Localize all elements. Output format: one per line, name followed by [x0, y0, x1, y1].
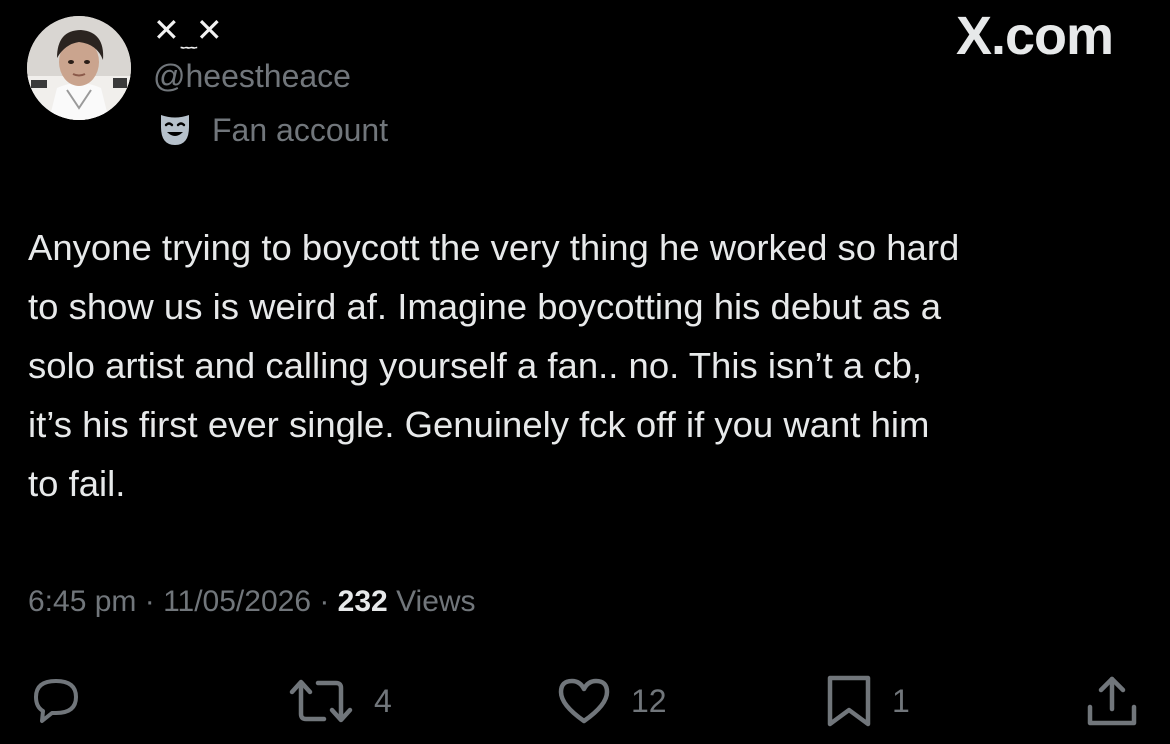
tweet-line: Anyone trying to boycott the very thing … — [28, 227, 960, 268]
tweet-line: solo artist and calling yourself a fan..… — [28, 345, 923, 386]
display-name-x-left: ✕ — [153, 12, 181, 48]
views-count: 232 — [337, 585, 388, 618]
user-handle[interactable]: @heestheace — [153, 56, 351, 96]
bookmark-button[interactable]: 1 — [824, 666, 910, 736]
repost-icon — [289, 679, 353, 723]
heart-icon — [558, 678, 610, 724]
brand-wordmark: X.com — [955, 6, 1114, 66]
tweet-line: it’s his first ever single. Genuinely fc… — [28, 404, 930, 445]
tweet-meta: 6:45 pm · 11/05/2026 · 232 Views — [28, 582, 476, 622]
tweet-text: Anyone trying to boycott the very thing … — [28, 218, 1153, 513]
affiliation-label: Fan account — [157, 110, 388, 150]
theater-mask-icon — [157, 112, 193, 148]
action-bar: 4 12 1 — [0, 666, 1170, 736]
display-name-x-right: ✕ — [195, 12, 224, 48]
share-icon — [1087, 676, 1137, 726]
like-button[interactable]: 12 — [555, 666, 667, 736]
meta-separator: · — [311, 585, 338, 618]
bookmark-icon — [827, 675, 871, 727]
reply-icon — [34, 679, 78, 723]
avatar[interactable] — [27, 16, 131, 120]
like-count: 12 — [631, 683, 667, 719]
share-button[interactable] — [1084, 666, 1140, 736]
reply-button[interactable] — [28, 666, 84, 736]
tweet-line: to fail. — [28, 463, 126, 504]
repost-button[interactable]: 4 — [286, 666, 392, 736]
tweet-card: ✕﹏✕ @heestheace Fan account X.com Anyone… — [0, 0, 1170, 744]
display-name[interactable]: ✕﹏✕ — [153, 12, 224, 61]
repost-count: 4 — [374, 683, 392, 719]
meta-separator: · — [136, 585, 164, 618]
label-text: Fan account — [212, 112, 389, 148]
tweet-date[interactable]: 11/05/2026 — [163, 585, 311, 618]
bookmark-count: 1 — [892, 683, 910, 719]
display-name-tilde: ﹏ — [180, 34, 197, 51]
avatar-photo — [27, 16, 131, 120]
tweet-time[interactable]: 6:45 pm — [28, 585, 136, 618]
tweet-line: to show us is weird af. Imagine boycotti… — [28, 286, 941, 327]
views-label: Views — [387, 585, 476, 618]
